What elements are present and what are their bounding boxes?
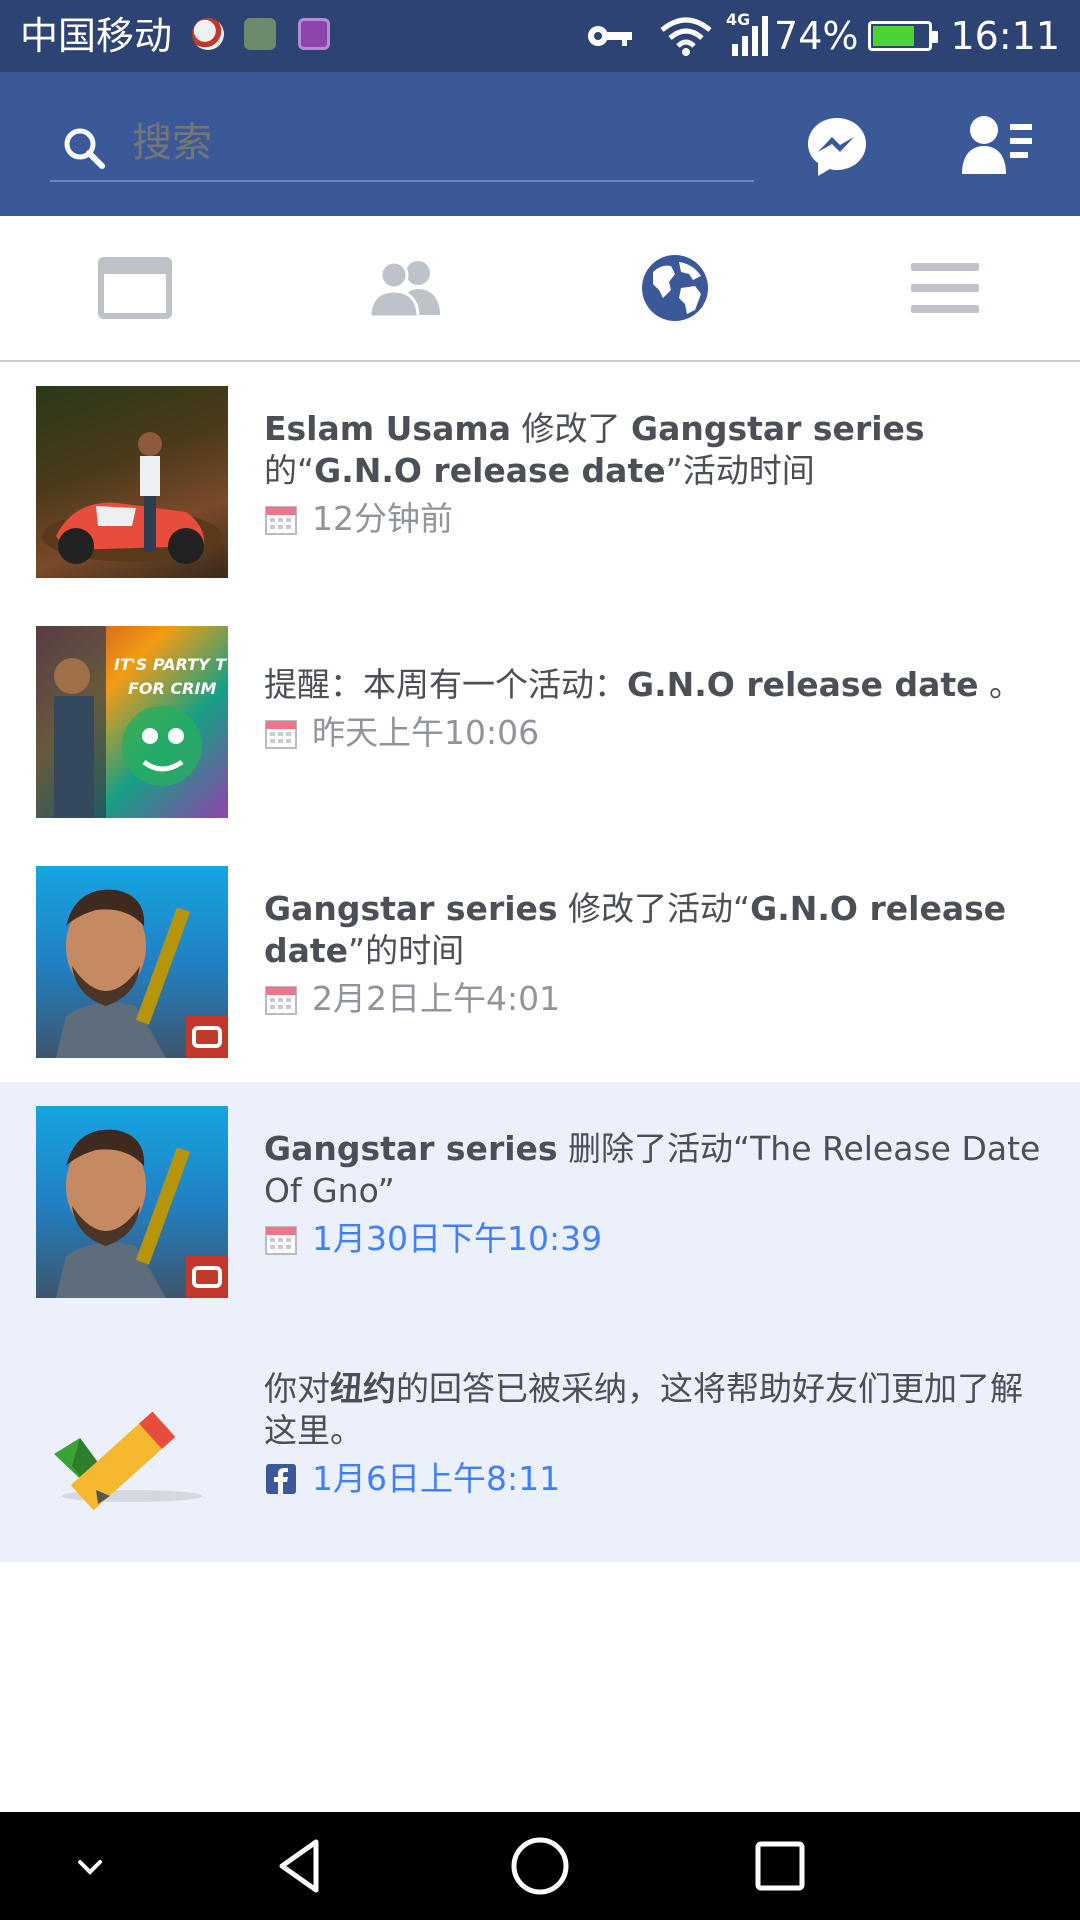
- notifications-list: Eslam Usama 修改了 Gangstar series 的“G.N.O …: [0, 362, 1080, 1562]
- notification-text: Eslam Usama 修改了 Gangstar series 的“G.N.O …: [264, 409, 925, 490]
- notification-meta: 昨天上午10:06: [264, 712, 1044, 754]
- clock: 16:11: [950, 14, 1060, 58]
- notification-thumbnail: [36, 1346, 228, 1538]
- notification-text: Gangstar series 删除了活动“The Release Date O…: [264, 1129, 1041, 1210]
- notification-meta: 1月6日上午8:11: [264, 1458, 1044, 1500]
- notification-time: 昨天上午10:06: [312, 713, 540, 752]
- carrier-label: 中国移动: [20, 14, 173, 58]
- notification-meta: 12分钟前: [264, 498, 1044, 540]
- notification-thumbnail: [36, 1106, 228, 1298]
- status-bar: 中国移动 4G 74% 16:11: [0, 0, 1080, 72]
- search-bar[interactable]: [50, 110, 754, 182]
- chevron-down-icon[interactable]: [58, 1834, 122, 1898]
- network-type-label: 4G: [726, 10, 751, 29]
- calendar-icon: [265, 720, 297, 749]
- recents-icon[interactable]: [748, 1834, 812, 1898]
- battery-icon: [868, 21, 939, 51]
- news-feed-icon: [98, 257, 172, 319]
- gallery-app-icon: [298, 18, 330, 50]
- tab-notifications[interactable]: [635, 252, 715, 324]
- svg-text:FOR CRIM: FOR CRIM: [128, 679, 216, 698]
- tab-bar: [0, 216, 1080, 362]
- facebook-icon: [266, 1464, 296, 1494]
- svg-text:IT'S PARTY T: IT'S PARTY T: [114, 655, 227, 674]
- calendar-icon: [265, 986, 297, 1015]
- notification-thumbnail: IT'S PARTY T FOR CRIM: [36, 626, 228, 818]
- notification-time: 1月30日下午10:39: [312, 1219, 603, 1258]
- friends-icon: [368, 260, 440, 319]
- notification-text: Gangstar series 修改了活动“G.N.O release date…: [264, 889, 1007, 970]
- notification-thumbnail: [36, 386, 228, 578]
- globe-icon: [642, 255, 708, 321]
- notification-meta: 2月2日上午4:01: [264, 978, 1044, 1020]
- tab-friends[interactable]: [365, 252, 445, 324]
- notification-item[interactable]: Gangstar series 修改了活动“G.N.O release date…: [0, 842, 1080, 1082]
- notification-thumbnail: [36, 866, 228, 1058]
- system-nav-bar: [0, 1812, 1080, 1920]
- calendar-icon: [265, 1226, 297, 1255]
- notification-meta: 1月30日下午10:39: [264, 1218, 1044, 1260]
- back-icon[interactable]: [268, 1834, 332, 1898]
- key-icon: [588, 26, 633, 46]
- menu-icon: [911, 263, 979, 313]
- notification-item[interactable]: IT'S PARTY T FOR CRIM 提醒：本周有一个活动：G.N.O r…: [0, 602, 1080, 842]
- search-input[interactable]: [132, 120, 732, 166]
- tab-news-feed[interactable]: [95, 252, 175, 324]
- tab-menu[interactable]: [905, 252, 985, 324]
- app-header: [0, 72, 1080, 216]
- calendar-icon: [265, 506, 297, 535]
- game-app-icon: [244, 18, 276, 50]
- checkmark-pencil-icon: [54, 1411, 202, 1511]
- notification-time: 2月2日上午4:01: [312, 979, 561, 1018]
- wifi-icon: [660, 17, 712, 56]
- notification-text: 你对纽约的回答已被采纳，这将帮助好友们更加了解这里。: [264, 1369, 1023, 1450]
- signal-icon: 4G: [724, 10, 770, 56]
- notification-item[interactable]: Gangstar series 删除了活动“The Release Date O…: [0, 1082, 1080, 1322]
- battery-percent: 74%: [774, 14, 859, 58]
- messenger-icon[interactable]: [804, 114, 870, 180]
- notification-item[interactable]: Eslam Usama 修改了 Gangstar series 的“G.N.O …: [0, 362, 1080, 602]
- search-icon: [64, 128, 105, 169]
- notification-item[interactable]: 你对纽约的回答已被采纳，这将帮助好友们更加了解这里。 1月6日上午8:11: [0, 1322, 1080, 1562]
- notification-time: 12分钟前: [312, 499, 453, 538]
- baseball-app-icon: [192, 18, 224, 50]
- home-icon[interactable]: [508, 1834, 572, 1898]
- friend-requests-icon[interactable]: [960, 114, 1034, 176]
- notification-time: 1月6日上午8:11: [312, 1459, 561, 1498]
- notification-text: 提醒：本周有一个活动：G.N.O release date 。: [264, 665, 1022, 704]
